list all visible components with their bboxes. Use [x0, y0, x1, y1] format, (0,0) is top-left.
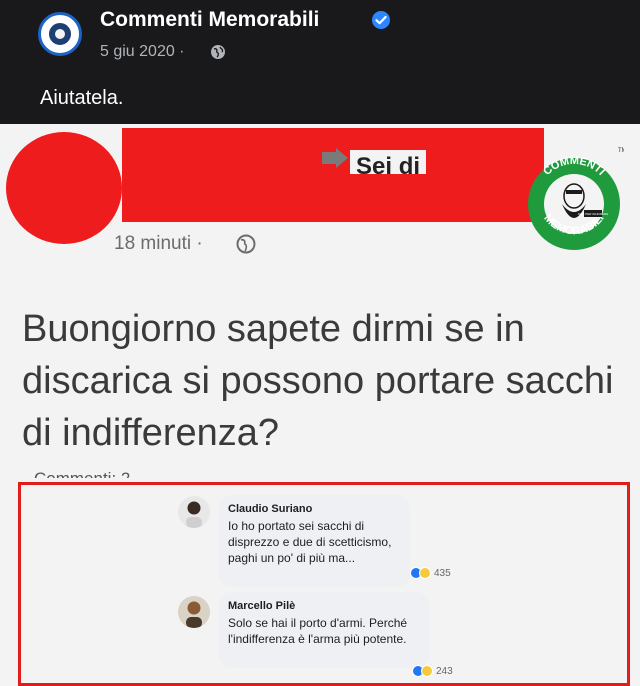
comment-text: Solo se hai il porto d'armi. Perché l'in… [228, 616, 408, 646]
group-title-partial: Sei di [350, 150, 427, 174]
globe-icon [211, 45, 225, 59]
commenti-memorabili-logo: COMMENTI MEMORABILI NATI PER IGNORARE TM [528, 148, 624, 250]
reaction-count: 435 [434, 567, 451, 579]
trademark: TM [618, 148, 624, 154]
avatar[interactable] [178, 596, 210, 628]
comment-author[interactable]: Marcello Pilè [228, 600, 420, 612]
post-caption: Aiutatela. [40, 87, 124, 109]
page-avatar[interactable] [38, 12, 82, 56]
comments-count: Commenti: 2 [34, 468, 130, 478]
comment-author[interactable]: Claudio Suriano [228, 503, 400, 515]
post-date[interactable]: 5 giu 2020 · [100, 43, 185, 61]
globe-icon [236, 234, 256, 254]
comment-bubble: Claudio Suriano Io ho portato sei sacchi… [218, 495, 410, 587]
haha-reaction-icon [421, 665, 433, 677]
post-text: Buongiorno sapete dirmi se in discarica … [22, 308, 614, 454]
post-header: Commenti Memorabili 5 giu 2020 · Aiutate… [0, 0, 640, 124]
reaction-count: 243 [436, 665, 453, 677]
avatar[interactable] [178, 496, 210, 528]
logo-badge: NATI PER IGNORARE [578, 212, 608, 216]
verified-icon [372, 11, 390, 29]
comment-reactions[interactable]: 243 [412, 665, 453, 677]
haha-reaction-icon [419, 567, 431, 579]
page-name[interactable]: Commenti Memorabili [100, 8, 319, 32]
redacted-name-bar [122, 128, 544, 222]
comment-text: Io ho portato sei sacchi di disprezzo e … [228, 519, 392, 565]
share-arrow-icon [322, 148, 348, 168]
comment-bubble: Marcello Pilè Solo se hai il porto d'arm… [218, 592, 430, 668]
post-time: 18 minuti · [114, 233, 203, 254]
comment-reactions[interactable]: 435 [410, 567, 451, 579]
avatar-dot [55, 29, 65, 39]
redacted-avatar [6, 132, 122, 244]
